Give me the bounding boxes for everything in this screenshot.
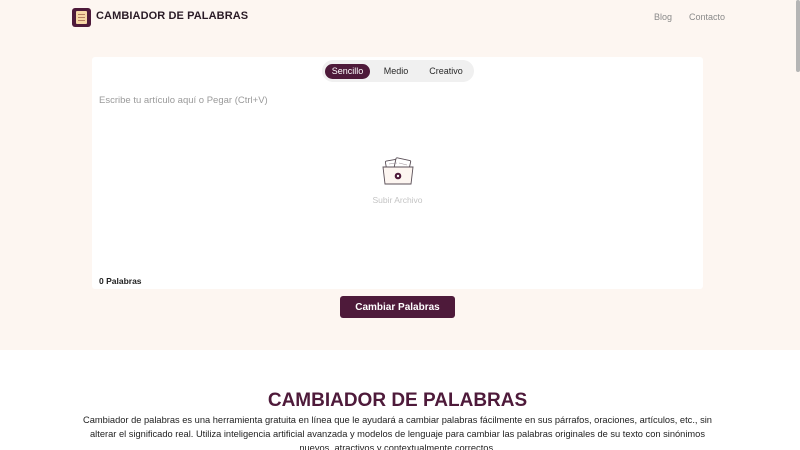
editor-placeholder[interactable]: Escribe tu artículo aquí o Pegar (Ctrl+V… xyxy=(99,95,268,106)
mode-tab-medio[interactable]: Medio xyxy=(375,64,417,79)
nav-link-contacto[interactable]: Contacto xyxy=(689,12,725,22)
mode-tab-creativo[interactable]: Creativo xyxy=(422,64,470,79)
section-description: Cambiador de palabras es una herramienta… xyxy=(83,415,712,450)
mode-tab-sencillo[interactable]: Sencillo xyxy=(325,64,370,79)
notepad-icon[interactable] xyxy=(72,8,91,27)
site-header: CAMBIADOR DE PALABRAS Blog Contacto xyxy=(0,0,800,36)
nav-link-blog[interactable]: Blog xyxy=(654,12,672,22)
upload-file-label[interactable]: Subir Archivo xyxy=(0,195,795,205)
word-count: 0 Palabras xyxy=(99,276,142,286)
section-title: CAMBIADOR DE PALABRAS xyxy=(267,390,528,411)
file-upload-icon[interactable] xyxy=(380,156,416,186)
change-words-button[interactable]: Cambiar Palabras xyxy=(340,296,455,318)
scrollbar-thumb[interactable] xyxy=(796,0,800,72)
brand-name[interactable]: CAMBIADOR DE PALABRAS xyxy=(96,10,248,22)
mode-switch: Sencillo Medio Creativo xyxy=(322,60,474,82)
